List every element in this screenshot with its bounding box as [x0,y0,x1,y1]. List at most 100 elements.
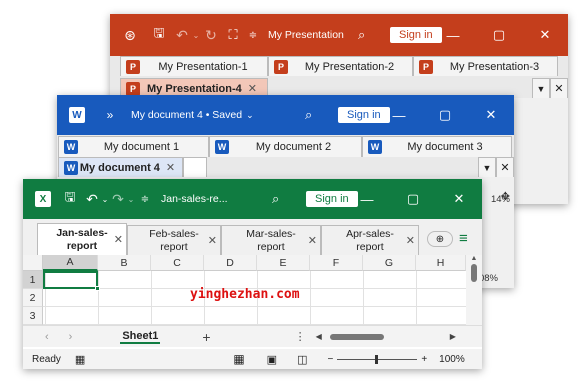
zoom-out-icon[interactable]: − [327,354,333,365]
undo-dropdown-icon[interactable]: ⌄ [101,195,109,204]
word-tab-active[interactable]: W My document 4 ✕ [58,157,183,177]
save-icon[interactable]: 🖫 [146,24,172,46]
present-icon[interactable]: ⛶ [222,27,244,43]
horizontal-scroll-thumb[interactable] [329,333,384,340]
undo-icon[interactable]: ↶ [83,191,101,208]
new-tab-button[interactable] [183,157,207,177]
accessibility-icon[interactable]: ▦ [75,353,85,366]
zoom-slider-thumb[interactable] [375,354,379,364]
sheet-tabs-bar: ‹ › Sheet1 + ⋮ ◀ ▶ [23,325,482,347]
active-cell[interactable] [43,271,98,289]
tab-list-dropdown[interactable]: ▼ [532,78,550,98]
new-tab-button[interactable]: ⊕ [427,231,453,247]
close-tab-icon[interactable]: ✕ [166,161,175,174]
page-layout-icon[interactable]: ▣ [267,353,277,366]
zoom-level[interactable]: 100% [439,354,465,365]
close-all-tabs-button[interactable]: ✕ [550,78,568,98]
workbook-tab-2[interactable]: Feb-sales-report ✕ [127,225,221,255]
maximize-button[interactable]: ▢ [422,95,468,135]
redo-dropdown-icon[interactable]: ⌄ [127,195,135,204]
zoom-in-icon[interactable]: + [421,354,427,365]
scroll-left-icon[interactable]: ◀ [316,332,322,341]
page-break-preview-icon[interactable]: ◫ [297,353,307,366]
search-icon[interactable]: ⌕ [358,27,365,43]
customize-toolbar-icon[interactable]: ≑ [135,194,155,205]
vertical-scrollbar[interactable]: ▲ [466,255,482,325]
word-tab-3[interactable]: W My document 3 [362,136,512,157]
next-sheet-icon[interactable]: › [69,331,73,343]
ppt-file-icon: P [126,60,140,74]
fill-handle[interactable] [95,286,100,291]
ppt-file-icon: P [274,60,288,74]
more-options-icon[interactable]: ⋮ [295,330,306,343]
word-document-title: My document 4 • Saved [131,109,243,121]
search-icon[interactable]: ⌕ [305,107,312,123]
close-button[interactable]: ✕ [468,95,514,135]
workbook-tab-3[interactable]: Mar-sales-report ✕ [221,225,321,255]
maximize-button[interactable]: ▢ [476,14,522,56]
word-titlebar: W » My document 4 • Saved ⌄ ⌕ Sign in — … [57,95,514,135]
column-header-b[interactable]: B [98,255,151,271]
sheet-tab-sheet1[interactable]: Sheet1 [120,330,161,344]
excel-window-controls: — ▢ ✕ [344,179,482,219]
close-button[interactable]: ✕ [436,179,482,219]
close-tab-icon[interactable]: ✕ [248,82,257,95]
column-header-c[interactable]: C [151,255,204,271]
column-header-d[interactable]: D [204,255,257,271]
word-file-icon: W [64,140,78,154]
prev-sheet-icon[interactable]: ‹ [45,331,49,343]
scroll-up-icon[interactable]: ▲ [466,255,482,262]
search-icon[interactable]: ⌕ [272,191,279,207]
ppt-tab-2[interactable]: P My Presentation-2 [268,56,413,76]
word-window-controls: — ▢ ✕ [376,95,514,135]
row-header-1[interactable]: 1 [23,271,43,289]
undo-dropdown-icon[interactable]: ⌄ [192,31,200,40]
normal-view-icon[interactable]: ▦ [233,352,244,366]
close-tab-icon[interactable]: ✕ [114,233,123,246]
add-sheet-icon[interactable]: + [202,329,210,345]
word-tab-1[interactable]: W My document 1 [58,136,209,157]
maximize-button[interactable]: ▢ [390,179,436,219]
title-dropdown-icon[interactable]: ⌄ [246,110,254,121]
undo-icon[interactable]: ↶ [172,27,192,44]
tab-list-dropdown[interactable]: ▼ [478,157,496,177]
zoom-slider[interactable] [337,354,418,364]
ppt-tab-1[interactable]: P My Presentation-1 [120,56,268,76]
column-header-h[interactable]: H [416,255,466,271]
close-tab-icon[interactable]: ✕ [406,234,415,247]
customize-toolbar-icon[interactable]: ≑ [244,30,262,41]
close-tab-icon[interactable]: ✕ [208,234,217,247]
vertical-scroll-thumb[interactable] [471,264,477,282]
menu-icon[interactable]: ≡ [459,230,468,247]
redo-icon[interactable]: ↻ [200,27,222,44]
word-tab-2[interactable]: W My document 2 [209,136,362,157]
column-header-f[interactable]: F [310,255,363,271]
save-icon[interactable]: 🖫 [57,188,83,210]
column-header-e[interactable]: E [257,255,310,271]
minimize-button[interactable]: — [430,14,476,56]
minimize-button[interactable]: — [344,179,390,219]
ppt-titlebar: ⊛ 🖫 ↶ ⌄ ↻ ⛶ ≑ My Presentation ⌕ Sign in … [110,14,568,56]
column-header-a[interactable]: A [43,255,98,271]
ppt-file-icon: P [126,82,140,96]
word-file-icon: W [215,140,229,154]
more-commands-icon[interactable]: » [95,108,125,122]
horizontal-scrollbar[interactable] [326,333,446,341]
scroll-right-icon[interactable]: ▶ [450,332,456,341]
close-tab-icon[interactable]: ✕ [308,234,317,247]
workbook-tab-4[interactable]: Apr-sales-report ✕ [321,225,419,255]
ppt-tab-3[interactable]: P My Presentation-3 [413,56,558,76]
redo-icon[interactable]: ↷ [109,191,127,208]
minimize-button[interactable]: — [376,95,422,135]
excel-workbook-tabs: Jan-sales-report ✕ Feb-sales-report ✕ Ma… [23,219,482,255]
fit-to-window-icon[interactable]: ✥ [501,190,510,203]
ppt-window-controls: — ▢ ✕ [430,14,568,56]
workbook-tab-1[interactable]: Jan-sales-report ✕ [37,223,127,255]
row-header-3[interactable]: 3 [23,307,43,325]
row-header-2[interactable]: 2 [23,289,43,307]
close-all-tabs-button[interactable]: ✕ [496,157,514,177]
select-all-corner[interactable] [23,255,43,271]
column-header-g[interactable]: G [363,255,416,271]
close-button[interactable]: ✕ [522,14,568,56]
ppt-file-icon: P [419,60,433,74]
